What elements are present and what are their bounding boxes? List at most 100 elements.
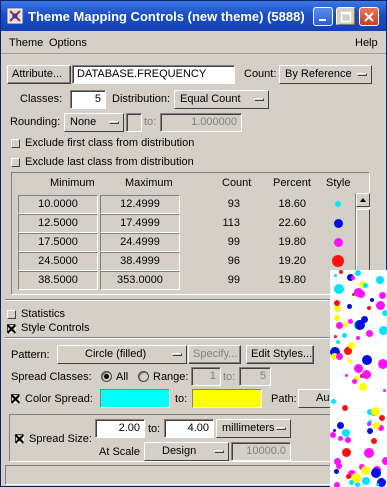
scroll-up-button[interactable] [356, 193, 370, 207]
style-symbol[interactable] [333, 237, 343, 247]
statistics-checkbox[interactable] [7, 310, 16, 319]
distribution-dropdown[interactable]: Equal Count [174, 90, 269, 109]
cell-minimum[interactable]: 10.0000 [18, 195, 98, 214]
table-row[interactable]: 17.5000 24.4999 99 19.80 [18, 233, 351, 252]
cell-count: 99 [227, 236, 240, 248]
units-dropdown[interactable]: millimeters [216, 419, 291, 438]
spread-all-radio[interactable] [101, 371, 112, 382]
cell-maximum[interactable]: 17.4999 [100, 214, 180, 233]
exclude-first-label: Exclude first class from distribution [25, 137, 195, 149]
spread-all-label: All [116, 371, 129, 383]
table-row[interactable]: 38.5000 353.0000 99 19.80 [18, 271, 351, 290]
cell-percent: 19.80 [278, 274, 306, 286]
range-to-label: to: [223, 371, 236, 383]
close-icon [364, 12, 374, 22]
dropdown-icon [276, 427, 286, 430]
title-bar[interactable]: Theme Mapping Controls (new theme) (5888… [1, 1, 386, 31]
edit-styles-button[interactable]: Edit Styles... [246, 345, 314, 364]
scale-value-field: 10000.0 [231, 442, 291, 461]
maximize-button[interactable] [336, 7, 356, 26]
exclude-first-checkbox[interactable] [11, 139, 20, 148]
attribute-field[interactable]: DATABASE.FREQUENCY [72, 65, 235, 84]
maximize-icon [340, 11, 352, 23]
header-percent: Percent [273, 177, 311, 189]
cell-maximum[interactable]: 38.4999 [100, 252, 180, 271]
menu-help[interactable]: Help [355, 37, 378, 49]
count-dropdown[interactable]: By Reference [279, 65, 372, 84]
map-point-symbol [339, 270, 343, 274]
style-symbol[interactable] [335, 201, 341, 207]
map-point-symbol [342, 448, 351, 457]
map-point-symbol [371, 438, 377, 444]
dropdown-icon [214, 450, 224, 453]
map-point-symbol [382, 457, 387, 465]
cell-maximum[interactable]: 24.4999 [100, 233, 180, 252]
style-symbol[interactable] [332, 255, 344, 267]
map-point-symbol [361, 466, 370, 475]
map-point-symbol [334, 335, 337, 338]
map-point-symbol [367, 306, 371, 310]
map-point-symbol [338, 436, 343, 441]
pattern-value: Circle (filled) [85, 348, 147, 360]
header-style: Style [326, 177, 351, 189]
attribute-button[interactable]: Attribute... [7, 65, 71, 84]
spread-size-to-label: to: [148, 423, 161, 435]
map-point-symbol [331, 399, 336, 404]
dropdown-icon [357, 73, 367, 76]
rounding-to-label: to: [144, 116, 157, 128]
color-spread-from-swatch[interactable] [100, 389, 170, 408]
color-spread-checkbox[interactable] [11, 394, 20, 403]
map-point-symbol [364, 448, 374, 458]
count-value: By Reference [285, 68, 352, 80]
map-point-symbol [345, 437, 351, 443]
map-point-symbol [334, 300, 340, 306]
scroll-thumb[interactable] [356, 209, 370, 271]
rounding-value: None [70, 116, 97, 128]
style-controls-checkbox[interactable] [7, 324, 16, 333]
menu-options[interactable]: Options [49, 37, 87, 49]
map-point-symbol [333, 429, 336, 432]
spread-size-from-field[interactable]: 2.00 [95, 419, 145, 438]
map-point-symbol [359, 383, 367, 391]
table-row[interactable]: 10.0000 12.4999 93 18.60 [18, 195, 351, 214]
cell-maximum[interactable]: 353.0000 [100, 271, 180, 290]
style-symbol[interactable] [333, 218, 343, 228]
exclude-last-label: Exclude last class from distribution [25, 156, 194, 168]
cell-maximum[interactable]: 12.4999 [100, 195, 180, 214]
menu-theme[interactable]: Theme [9, 37, 43, 49]
rounding-dropdown[interactable]: None [64, 113, 124, 132]
scale-mode-dropdown[interactable]: Design [144, 442, 229, 461]
map-point-symbol [342, 429, 350, 437]
pattern-dropdown[interactable]: Circle (filled) [57, 345, 187, 364]
close-button[interactable] [359, 7, 379, 26]
table-row[interactable]: 12.5000 17.4999 113 22.60 [18, 214, 351, 233]
map-point-symbol [379, 415, 385, 421]
spread-range-label: Range: [153, 371, 189, 383]
map-point-symbol [342, 333, 347, 338]
exclude-last-checkbox[interactable] [11, 158, 20, 167]
table-row[interactable]: 24.5000 38.4999 96 19.20 [18, 252, 351, 271]
classes-field[interactable]: 5 [70, 90, 106, 109]
map-point-symbol [367, 422, 371, 426]
cell-minimum[interactable]: 24.5000 [18, 252, 98, 271]
map-preview-area [330, 270, 387, 487]
cell-minimum[interactable]: 38.5000 [18, 271, 98, 290]
spread-size-checkbox[interactable] [15, 434, 24, 443]
map-point-symbol [383, 389, 386, 392]
spread-range-radio[interactable] [138, 371, 149, 382]
minimize-button[interactable] [313, 7, 333, 26]
cell-minimum[interactable]: 17.5000 [18, 233, 98, 252]
color-spread-to-swatch[interactable] [192, 389, 262, 408]
map-point-symbol [347, 304, 352, 309]
map-point-symbol [343, 322, 348, 327]
cell-count: 113 [222, 217, 240, 229]
cell-minimum[interactable]: 12.5000 [18, 214, 98, 233]
menu-bar: Theme Options Help [1, 32, 386, 54]
header-minimum: Minimum [50, 177, 95, 189]
cell-percent: 19.80 [278, 236, 306, 248]
map-point-symbol [348, 342, 355, 349]
window-title: Theme Mapping Controls (new theme) (5888… [28, 9, 305, 24]
spread-size-to-field[interactable]: 4.00 [164, 419, 214, 438]
header-maximum: Maximum [125, 177, 173, 189]
map-point-symbol [334, 305, 341, 312]
